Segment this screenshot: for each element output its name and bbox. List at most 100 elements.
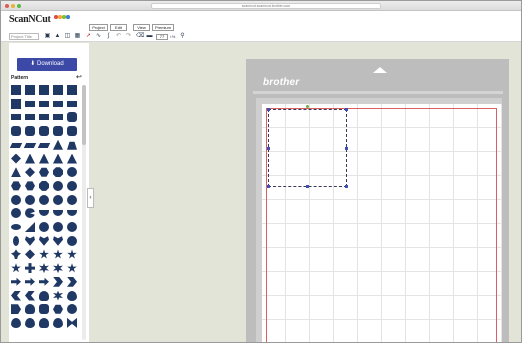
pattern-shape-star[interactable] — [67, 249, 77, 259]
pattern-shape-circle[interactable] — [53, 222, 63, 232]
pattern-shape-drop[interactable] — [67, 290, 77, 301]
pattern-shape-rounded-rect[interactable] — [25, 126, 35, 137]
pattern-shape-pacman[interactable] — [25, 208, 35, 219]
fill-icon[interactable]: ▬ — [146, 33, 153, 40]
address-bar[interactable]: scanncut.scanncut.brother.com — [151, 3, 381, 9]
pattern-shape-diamond[interactable] — [25, 249, 35, 260]
pattern-shape-triangle[interactable] — [53, 153, 63, 164]
tab-premium[interactable]: Premium — [152, 24, 174, 31]
maximize-window-icon[interactable] — [17, 4, 21, 8]
save-icon[interactable]: ▲ — [54, 33, 61, 40]
sidebar-scroll-thumb[interactable] — [82, 85, 86, 145]
tab-edit[interactable]: Edit — [110, 24, 127, 31]
pattern-shape-circle[interactable] — [67, 194, 77, 205]
tab-view[interactable]: View — [133, 24, 150, 31]
pattern-shape-rect[interactable] — [53, 100, 63, 107]
pattern-shape-circle[interactable] — [67, 180, 77, 191]
open-icon[interactable]: ◫ — [64, 33, 71, 40]
pattern-shape-rect[interactable] — [53, 114, 63, 121]
pattern-shape-chevron[interactable] — [53, 276, 63, 287]
pattern-shape-rect[interactable] — [11, 114, 21, 121]
pattern-shape-star[interactable] — [53, 249, 63, 259]
pattern-shape-circle[interactable] — [67, 167, 77, 178]
rotate-handle[interactable] — [306, 105, 309, 108]
pattern-shape-square[interactable] — [25, 85, 35, 95]
pattern-shape-rect[interactable] — [39, 114, 49, 121]
cut-settings-icon[interactable]: ▦ — [74, 33, 81, 40]
pattern-shape-hexagon[interactable] — [39, 167, 49, 177]
delete-icon[interactable]: ⌫ — [136, 33, 144, 40]
pattern-shape-star[interactable] — [67, 263, 77, 273]
zoom-in-icon[interactable]: ⚲ — [179, 33, 186, 40]
pattern-shape-arrow[interactable] — [11, 277, 21, 286]
resize-handle[interactable] — [345, 147, 348, 150]
pattern-shape-triangle[interactable] — [39, 153, 49, 164]
resize-handle[interactable] — [267, 147, 270, 150]
pattern-shape-half-circle[interactable] — [39, 210, 49, 217]
pattern-shape-rounded-rect[interactable] — [53, 126, 63, 137]
pattern-shape-circle[interactable] — [39, 194, 49, 205]
resize-handle[interactable] — [345, 108, 348, 111]
pattern-shape-rounded-rect[interactable] — [39, 126, 49, 137]
pattern-shape-rounded-rect[interactable] — [67, 112, 77, 123]
pattern-shape-moon[interactable] — [11, 290, 21, 301]
resize-handle[interactable] — [267, 108, 270, 111]
pattern-shape-hexagon[interactable] — [25, 181, 35, 191]
pattern-shape-rounded-rect[interactable] — [39, 304, 49, 315]
pattern-shape-diamond[interactable] — [11, 153, 21, 164]
pattern-shape-bulb[interactable] — [39, 290, 49, 301]
pattern-shape-square[interactable] — [11, 98, 21, 109]
zoom-stepper-icon[interactable]: ↕% — [169, 33, 176, 40]
pattern-shape-arrow[interactable] — [39, 277, 49, 286]
pattern-shape-tag[interactable] — [11, 304, 21, 315]
pattern-shape-triangle[interactable] — [25, 153, 35, 164]
back-arrow-icon[interactable]: ↩ — [76, 73, 82, 81]
pattern-shape-triangle[interactable] — [11, 167, 21, 178]
pattern-shape-flower[interactable] — [53, 263, 63, 274]
select-arrow-icon[interactable]: ➚ — [85, 33, 92, 40]
pattern-shape-arrow[interactable] — [25, 277, 35, 286]
pattern-shape-rect[interactable] — [25, 100, 35, 107]
pattern-shape-drop[interactable] — [53, 317, 63, 328]
pattern-shape-circle[interactable] — [11, 194, 21, 205]
pattern-shape-square[interactable] — [11, 85, 21, 95]
pattern-shape-ellipse[interactable] — [11, 224, 21, 230]
pattern-shape-diamond[interactable] — [25, 167, 35, 178]
redo-icon[interactable]: ↷ — [125, 33, 132, 40]
pattern-shape-circle[interactable] — [11, 208, 21, 219]
pattern-shape-lens[interactable] — [13, 235, 19, 246]
pattern-shape-square[interactable] — [53, 85, 63, 95]
pattern-shape-half-circle[interactable] — [67, 210, 77, 217]
pattern-shape-club[interactable] — [11, 249, 21, 260]
pattern-shape-octagon[interactable] — [53, 167, 63, 178]
pattern-shape-slant[interactable] — [37, 142, 51, 148]
pattern-shape-heart[interactable] — [39, 236, 49, 246]
pattern-shape-wedge[interactable] — [25, 222, 35, 232]
project-title-input[interactable]: Project Title — [9, 33, 39, 40]
bezier-tool-icon[interactable]: ∫ — [105, 33, 112, 40]
pattern-shape-rounded-rect[interactable] — [67, 126, 77, 137]
close-window-icon[interactable] — [5, 4, 9, 8]
pattern-shape-slant[interactable] — [23, 142, 37, 148]
pattern-shape-rounded-rect[interactable] — [11, 126, 21, 137]
pattern-shape-half-circle[interactable] — [53, 210, 63, 217]
pattern-shape-trapezoid[interactable] — [67, 141, 77, 150]
pattern-shape-square[interactable] — [39, 85, 49, 95]
minimize-window-icon[interactable] — [11, 4, 15, 8]
resize-handle[interactable] — [345, 185, 348, 188]
pattern-shape-bulb[interactable] — [25, 304, 35, 315]
pattern-shape-heart[interactable] — [53, 236, 63, 246]
curve-tool-icon[interactable]: ∿ — [95, 33, 102, 40]
pattern-shape-moon[interactable] — [25, 290, 35, 301]
new-project-icon[interactable]: ▣ — [44, 33, 51, 40]
pattern-shape-drop[interactable] — [11, 317, 21, 328]
pattern-shape-star[interactable] — [39, 249, 49, 259]
pattern-shape-octagon[interactable] — [39, 180, 49, 191]
pattern-shape-circle[interactable] — [53, 194, 63, 205]
resize-handle[interactable] — [306, 185, 309, 188]
tab-project[interactable]: Project — [89, 24, 108, 31]
pattern-shape-circle[interactable] — [67, 235, 77, 246]
pattern-shape-triangle[interactable] — [53, 139, 63, 150]
selected-shape-box[interactable] — [268, 109, 347, 187]
pattern-shape-cross[interactable] — [25, 263, 35, 274]
